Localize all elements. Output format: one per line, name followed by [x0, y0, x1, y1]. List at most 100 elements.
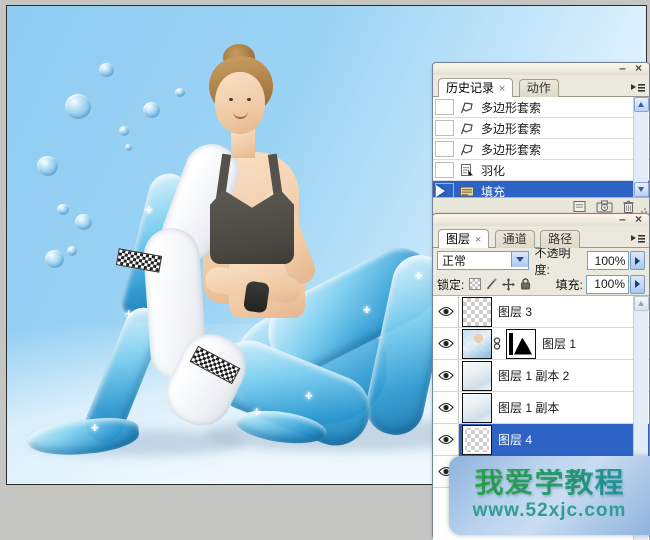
water-bubble [67, 246, 77, 256]
layer-visibility-eye-icon[interactable] [433, 328, 459, 360]
tab-paths-label: 路径 [548, 232, 572, 246]
tab-channels-label: 通道 [503, 232, 527, 246]
history-source-checkbox[interactable] [435, 99, 454, 115]
history-row[interactable]: 多边形套索 [433, 97, 649, 118]
tab-layers[interactable]: 图层 × [438, 229, 489, 248]
layers-tab-row: 图层 × 通道 路径 [433, 226, 649, 248]
tab-close-icon[interactable]: × [475, 234, 481, 246]
tab-actions[interactable]: 动作 [519, 79, 559, 97]
layer-name: 图层 3 [498, 303, 532, 320]
layer-visibility-eye-icon[interactable] [433, 392, 459, 424]
lock-transparency-icon[interactable] [468, 278, 481, 291]
fill-dialog-icon [457, 184, 477, 199]
layer-row[interactable]: 图层 3 [433, 296, 649, 328]
layer-visibility-eye-icon[interactable] [433, 424, 459, 456]
layer-name: 图层 1 副本 2 [498, 367, 569, 384]
lock-paint-brush-icon[interactable] [485, 278, 498, 291]
tab-history-label: 历史记录 [446, 81, 494, 95]
panel-menu-icon[interactable] [629, 231, 646, 245]
layer-row[interactable]: 图层 1 副本 [433, 392, 649, 424]
layer-thumbnail[interactable] [462, 425, 492, 455]
layers-panel-titlebar: – × [433, 214, 649, 226]
history-list: 多边形套索 多边形套索 多边形套索 羽化 [433, 97, 649, 198]
layer-thumbnail[interactable] [462, 393, 492, 423]
scroll-up-button[interactable] [634, 97, 649, 112]
layer-thumbnail[interactable] [462, 329, 492, 359]
history-source-checkbox[interactable] [435, 141, 454, 157]
layer-mask-thumbnail[interactable] [506, 329, 536, 359]
tab-close-icon[interactable]: × [499, 83, 505, 95]
layer-mask-link-icon[interactable] [493, 337, 501, 350]
eye-left [229, 98, 233, 101]
history-step-label: 多边形套索 [481, 120, 541, 137]
layer-name: 图层 1 副本 [498, 399, 559, 416]
sparkle-icon: + [253, 404, 261, 419]
history-state-pointer-icon[interactable] [436, 185, 445, 197]
history-row[interactable]: 羽化 [433, 160, 649, 181]
layer-visibility-eye-icon[interactable] [433, 296, 459, 328]
water-bubble [125, 144, 132, 151]
scroll-down-button[interactable] [634, 182, 649, 197]
history-tab-row: 历史记录 × 动作 [433, 75, 649, 97]
sparkle-icon: + [415, 268, 423, 283]
layer-name: 图层 1 [542, 335, 576, 352]
lock-label: 锁定: [437, 276, 464, 293]
layer-row-selected[interactable]: 图层 4 [433, 424, 649, 456]
history-step-label: 多边形套索 [481, 141, 541, 158]
tab-channels[interactable]: 通道 [495, 230, 535, 248]
tab-layers-label: 图层 [446, 232, 470, 246]
minimize-button[interactable]: – [616, 213, 629, 226]
blend-mode-row: 正常 不透明度: 100% [433, 248, 649, 273]
history-row[interactable]: 多边形套索 [433, 118, 649, 139]
sparkle-icon: + [305, 388, 313, 403]
blend-mode-value: 正常 [442, 252, 466, 269]
history-step-label: 多边形套索 [481, 99, 541, 116]
layer-visibility-eye-icon[interactable] [433, 360, 459, 392]
water-bubble [45, 250, 64, 268]
water-bubble [75, 214, 92, 230]
close-button[interactable]: × [632, 213, 645, 226]
opacity-input[interactable]: 100% [587, 251, 629, 270]
minimize-button[interactable]: – [616, 62, 629, 75]
new-snapshot-camera-icon[interactable] [596, 200, 613, 213]
tab-history[interactable]: 历史记录 × [438, 78, 513, 97]
watermark-url: www.52xjc.com [473, 500, 627, 522]
polygonal-lasso-icon [457, 121, 477, 136]
watermark-badge: 我爱学教程 www.52xjc.com [449, 456, 650, 535]
opacity-value: 100% [595, 254, 626, 268]
watermark-title: 我爱学教程 [474, 469, 624, 498]
history-source-checkbox[interactable] [435, 120, 454, 136]
panel-menu-icon[interactable] [629, 80, 646, 94]
water-bubble [65, 94, 91, 119]
chevron-down-icon[interactable] [511, 252, 528, 267]
opacity-slider-arrow-icon[interactable] [630, 251, 645, 270]
history-step-label: 填充 [481, 183, 505, 199]
sparkle-icon: + [125, 306, 133, 321]
water-bubble [175, 88, 185, 97]
fill-slider-arrow-icon[interactable] [630, 275, 645, 294]
history-step-label: 羽化 [481, 162, 505, 179]
new-document-from-state-icon[interactable] [572, 200, 587, 213]
fill-label: 填充: [556, 276, 583, 293]
history-scrollbar[interactable] [633, 97, 648, 197]
water-bubble [99, 63, 114, 77]
fill-value: 100% [594, 277, 625, 291]
tab-paths[interactable]: 路径 [540, 230, 580, 248]
lock-all-padlock-icon[interactable] [519, 278, 532, 291]
layer-row[interactable]: 图层 1 副本 2 [433, 360, 649, 392]
polygonal-lasso-icon [457, 142, 477, 157]
sparkle-icon: + [363, 302, 371, 317]
layer-row[interactable]: 图层 1 [433, 328, 649, 360]
blend-mode-select[interactable]: 正常 [437, 251, 529, 270]
scroll-up-button[interactable] [634, 296, 649, 311]
close-button[interactable]: × [632, 62, 645, 75]
history-row-current[interactable]: 填充 [433, 181, 649, 198]
lock-position-move-icon[interactable] [502, 278, 515, 291]
history-row[interactable]: 多边形套索 [433, 139, 649, 160]
wristband [243, 281, 270, 314]
layer-thumbnail[interactable] [462, 297, 492, 327]
layer-thumbnail[interactable] [462, 361, 492, 391]
history-source-checkbox[interactable] [435, 162, 454, 178]
fill-input[interactable]: 100% [586, 275, 629, 294]
photoshop-workspace: { "colors":{ "selection_blue":"#2e63c6",… [0, 0, 650, 535]
